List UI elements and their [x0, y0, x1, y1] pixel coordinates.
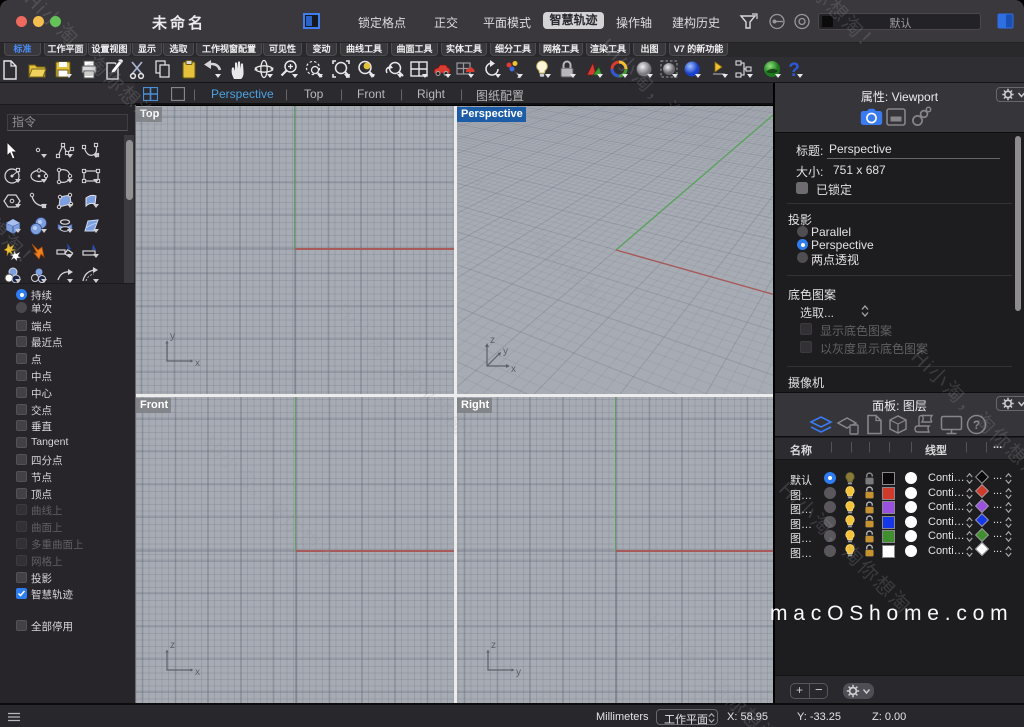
svg-text:x: x	[195, 358, 200, 369]
svg-text:y: y	[503, 346, 508, 357]
svg-text:z: z	[490, 335, 495, 346]
svg-text:z: z	[170, 640, 175, 651]
svg-text:x: x	[195, 667, 200, 678]
svg-text:z: z	[491, 640, 496, 651]
svg-text:y: y	[516, 667, 521, 678]
svg-text:y: y	[170, 331, 175, 342]
svg-text:x: x	[511, 364, 516, 375]
svg-text:?: ?	[973, 418, 980, 432]
